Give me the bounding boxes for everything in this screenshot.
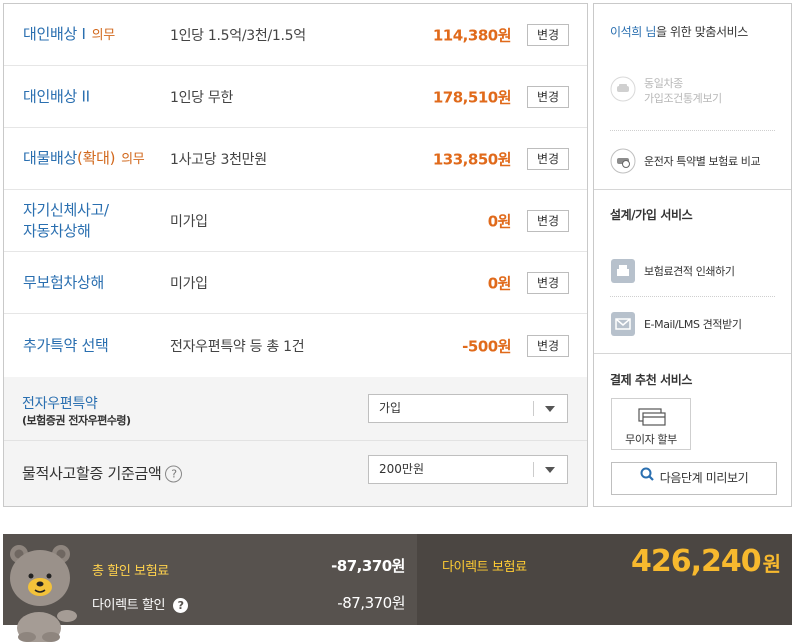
email-option-subtitle: (보험증권 전자우편수령) <box>22 414 131 427</box>
mandatory-label: 의무 <box>91 27 116 43</box>
coverage-amount: 0원 <box>487 274 512 292</box>
print-quote-label: 보험료견적 인쇄하기 <box>644 265 735 278</box>
chevron-down-icon <box>545 406 555 412</box>
help-icon[interactable]: ? <box>173 598 189 613</box>
property-threshold-title: 물적사고할증 기준금액? <box>22 463 183 484</box>
change-button[interactable]: 변경 <box>527 23 569 46</box>
design-section-title: 설계/가입 서비스 <box>610 208 693 222</box>
select-divider <box>533 462 534 477</box>
coverage-title: 대인배상 II <box>23 87 90 105</box>
coverage-title: 대인배상 I 의무 <box>23 24 115 46</box>
email-option-select[interactable]: 가입 <box>368 394 568 423</box>
email-quote-link[interactable]: E-Mail/LMS 견적받기 <box>610 311 775 337</box>
bear-mascot-icon <box>10 545 77 642</box>
coverage-desc: 전자우편특약 등 총 1건 <box>170 338 305 355</box>
coverage-desc: 1인당 무한 <box>170 89 234 106</box>
direct-premium-unit: 원 <box>762 552 781 576</box>
email-option-row: 전자우편특약 (보험증권 전자우편수령) 가입 <box>4 377 587 441</box>
coverage-row-self-injury: 자기신체사고/ 자동차상해 미가입 0원 변경 <box>4 190 587 252</box>
email-option-title: 전자우편특약 <box>22 396 98 412</box>
mandatory-label: 의무 <box>121 151 145 167</box>
property-threshold-select[interactable]: 200만원 <box>368 455 568 484</box>
same-car-line2: 가입조건통계보기 <box>644 92 722 105</box>
car-icon <box>610 76 636 102</box>
coverage-title: 추가특약 선택 <box>23 336 109 354</box>
coverage-title: 자기신체사고/ 자동차상해 <box>23 200 109 242</box>
property-threshold-label: 물적사고할증 기준금액 <box>22 464 162 483</box>
compare-icon <box>610 148 636 174</box>
chevron-down-icon <box>545 467 555 473</box>
coverage-title-line1: 자기신체사고/ <box>23 200 109 219</box>
printer-icon <box>610 258 636 284</box>
payment-section-title: 결제 추천 서비스 <box>610 373 693 387</box>
coverage-title-line2: 자동차상해 <box>23 221 91 240</box>
coverage-amount: 114,380원 <box>432 26 512 44</box>
total-discount-label: 총 할인 보험료 <box>92 564 169 579</box>
change-button[interactable]: 변경 <box>527 271 569 294</box>
select-value: 200만원 <box>379 462 424 476</box>
coverage-amount: 178,510원 <box>432 88 512 106</box>
coverage-desc: 1인당 1.5억/3천/1.5억 <box>170 27 306 44</box>
same-car-line1: 동일차종 <box>644 77 683 90</box>
coverage-title-text: 대물배상 <box>23 148 78 167</box>
preview-label: 다음단계 미리보기 <box>659 471 749 485</box>
premium-summary-bar: 총 할인 보험료 -87,370원 다이렉트 할인? -87,370원 다이렉트… <box>3 534 792 625</box>
custom-service-suffix: 을 위한 맞춤서비스 <box>655 25 748 39</box>
property-threshold-row: 물적사고할증 기준금액? 200만원 <box>4 441 587 505</box>
direct-discount-label: 다이렉트 할인? <box>92 594 189 613</box>
installment-button[interactable]: 무이자 할부 <box>611 398 691 450</box>
coverage-desc: 1사고당 3천만원 <box>170 151 267 168</box>
coverage-row-uninsured-vehicle: 무보험차상해 미가입 0원 변경 <box>4 252 587 314</box>
coverage-row-additional-riders: 추가특약 선택 전자우편특약 등 총 1건 -500원 변경 <box>4 314 587 377</box>
coverage-amount: -500원 <box>462 337 511 355</box>
same-car-stats-label: 동일차종 가입조건통계보기 <box>644 76 722 106</box>
coverage-row-bodily-injury-1: 대인배상 I 의무 1인당 1.5억/3천/1.5억 114,380원 변경 <box>4 4 587 66</box>
driver-compare-label: 운전자 특약별 보험료 비교 <box>644 155 761 168</box>
section-divider <box>594 353 791 354</box>
direct-premium-box: 다이렉트 보험료 426,240 원 <box>417 534 792 625</box>
section-divider <box>594 189 791 190</box>
customer-name: 이석희 님 <box>610 25 656 39</box>
next-step-preview-button[interactable]: 다음단계 미리보기 <box>611 462 777 495</box>
direct-premium-value: 426,240 원 <box>630 544 781 579</box>
total-discount-value: -87,370원 <box>331 557 405 575</box>
change-button[interactable]: 변경 <box>527 85 569 108</box>
coverage-desc: 미가입 <box>170 213 208 230</box>
coverage-title-text: 대인배상 I <box>23 24 86 43</box>
coverage-title: 무보험차상해 <box>23 273 105 291</box>
coverage-title: 대물배상(확대) 의무 <box>23 148 145 170</box>
installment-label: 무이자 할부 <box>625 433 677 446</box>
direct-discount-text: 다이렉트 할인 <box>92 598 166 613</box>
change-button[interactable]: 변경 <box>527 209 569 232</box>
search-icon <box>640 462 654 493</box>
card-icon <box>638 408 666 430</box>
coverage-title-accent: (확대) <box>77 148 116 167</box>
service-sidebar: 이석희 님을 위한 맞춤서비스 동일차종 가입조건통계보기 운전자 특약별 보험… <box>593 3 792 507</box>
direct-premium-amount: 426,240 <box>630 544 762 579</box>
change-button[interactable]: 변경 <box>527 147 569 170</box>
custom-service-heading: 이석희 님을 위한 맞춤서비스 <box>610 23 748 40</box>
coverage-panel: 대인배상 I 의무 1인당 1.5억/3천/1.5억 114,380원 변경 대인… <box>3 3 588 507</box>
email-quote-label: E-Mail/LMS 견적받기 <box>644 318 742 331</box>
print-quote-link[interactable]: 보험료견적 인쇄하기 <box>610 258 775 284</box>
select-value: 가입 <box>379 401 402 415</box>
divider <box>610 296 775 297</box>
coverage-amount: 0원 <box>487 212 512 230</box>
select-divider <box>533 401 534 416</box>
direct-discount-value: -87,370원 <box>337 594 405 612</box>
change-button[interactable]: 변경 <box>527 334 569 357</box>
same-car-stats-link[interactable]: 동일차종 가입조건통계보기 <box>610 76 775 110</box>
options-area: 전자우편특약 (보험증권 전자우편수령) 가입 물적사고할증 기준금액? 200… <box>4 377 587 506</box>
divider <box>610 130 775 131</box>
coverage-row-property-damage: 대물배상(확대) 의무 1사고당 3천만원 133,850원 변경 <box>4 128 587 190</box>
mail-icon <box>610 311 636 337</box>
coverage-amount: 133,850원 <box>432 150 512 168</box>
direct-premium-label: 다이렉트 보험료 <box>442 560 527 575</box>
driver-compare-link[interactable]: 운전자 특약별 보험료 비교 <box>610 148 775 174</box>
help-icon[interactable]: ? <box>165 465 183 483</box>
coverage-row-bodily-injury-2: 대인배상 II 1인당 무한 178,510원 변경 <box>4 66 587 128</box>
coverage-desc: 미가입 <box>170 275 208 292</box>
